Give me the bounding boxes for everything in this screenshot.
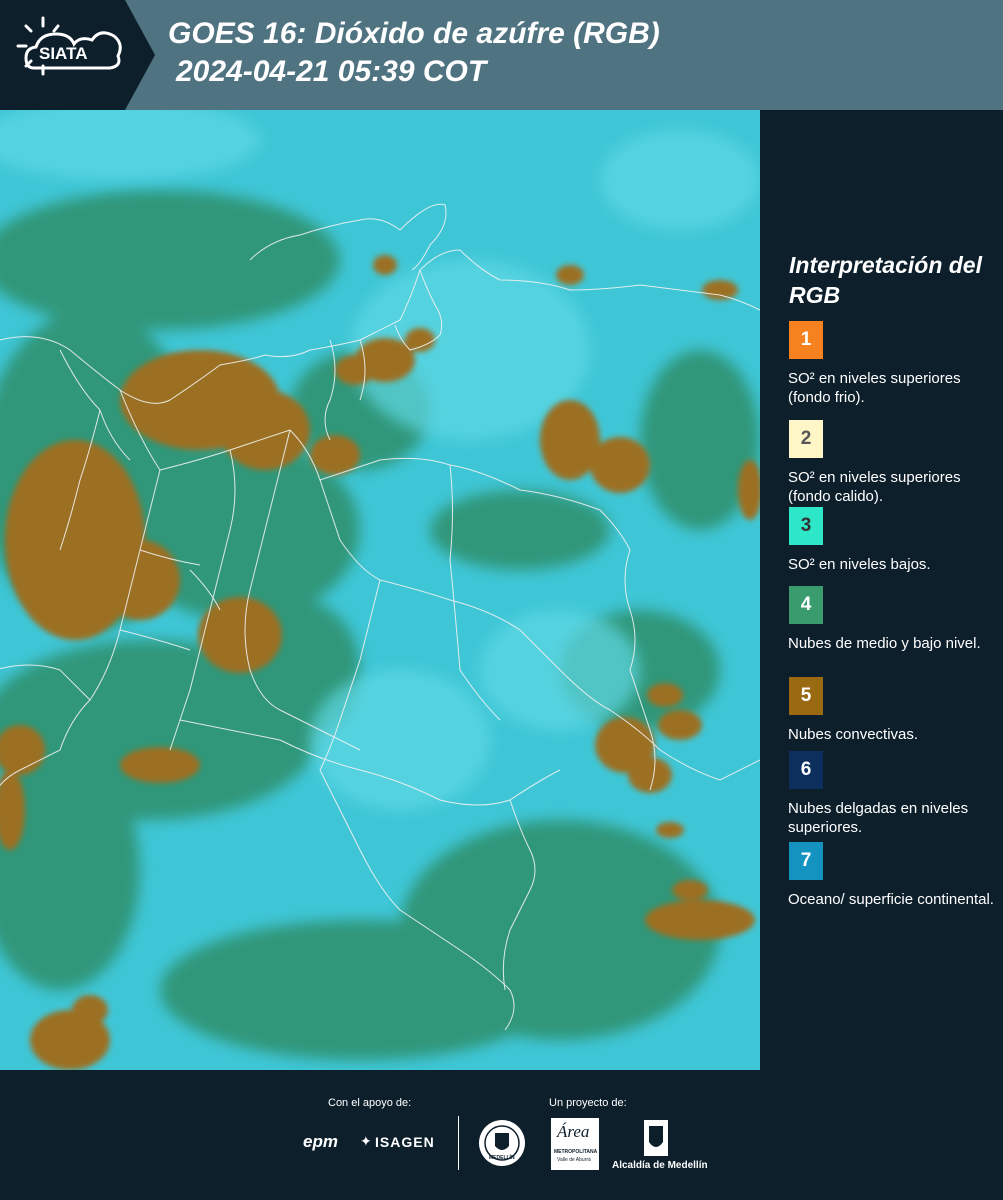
logo-text: SIATA bbox=[39, 44, 88, 63]
medellin-seal-text: MEDELLÍN bbox=[489, 1155, 515, 1161]
header: SIATA GOES 16: Dióxido de azúfre (RGB) 2… bbox=[0, 0, 1003, 110]
epm-logo: epm bbox=[303, 1132, 338, 1151]
legend-label-3: SO² en niveles bajos. bbox=[788, 556, 931, 573]
area-logo-text: Área bbox=[557, 1122, 590, 1141]
area-logo-sub2: Valle de Aburrá bbox=[557, 1157, 591, 1163]
footer-divider bbox=[458, 1116, 459, 1170]
legend-label-2: SO² en niveles superiores (fondo calido)… bbox=[788, 469, 961, 505]
legend-swatch-3: 3 bbox=[789, 507, 823, 545]
satellite-map bbox=[0, 110, 760, 1070]
legend-panel: Interpretación del RGB 1 SO² en niveles s… bbox=[760, 110, 1003, 1070]
page-subtitle: 2024-04-21 05:39 COT bbox=[176, 55, 487, 88]
isagen-icon: ✦ bbox=[360, 1133, 372, 1149]
footer: Con el apoyo de: Un proyecto de: epm ✦ I… bbox=[0, 1070, 1003, 1200]
siata-logo: SIATA bbox=[0, 0, 155, 110]
legend-label-5: Nubes convectivas. bbox=[788, 726, 919, 743]
legend-label-4: Nubes de medio y bajo nivel. bbox=[788, 635, 981, 652]
legend-label-6: Nubes delgadas en niveles superiores. bbox=[788, 800, 969, 836]
legend-swatch-5: 5 bbox=[789, 677, 823, 715]
project-label: Un proyecto de: bbox=[549, 1097, 627, 1109]
isagen-logo: ISAGEN bbox=[375, 1134, 435, 1150]
satellite-image bbox=[0, 110, 760, 1070]
legend-label-7: Oceano/ superficie continental. bbox=[788, 891, 994, 908]
page-title: GOES 16: Dióxido de azúfre (RGB) bbox=[168, 17, 660, 50]
support-label: Con el apoyo de: bbox=[328, 1097, 412, 1109]
legend-swatch-4: 4 bbox=[789, 586, 823, 624]
alcaldia-logo-text: Alcaldía de Medellín bbox=[612, 1160, 708, 1171]
legend-swatch-2: 2 bbox=[789, 420, 823, 458]
legend-title: Interpretación del RGB bbox=[789, 252, 982, 308]
legend-swatch-6: 6 bbox=[789, 751, 823, 789]
area-metropolitana-logo: Área METROPOLITANA Valle de Aburrá bbox=[551, 1118, 599, 1170]
legend-swatch-7: 7 bbox=[789, 842, 823, 880]
alcaldia-shield-icon bbox=[644, 1120, 668, 1156]
legend-swatch-1: 1 bbox=[789, 321, 823, 359]
legend-label-1: SO² en niveles superiores (fondo frio). bbox=[788, 370, 961, 406]
area-logo-sub: METROPOLITANA bbox=[554, 1149, 598, 1155]
